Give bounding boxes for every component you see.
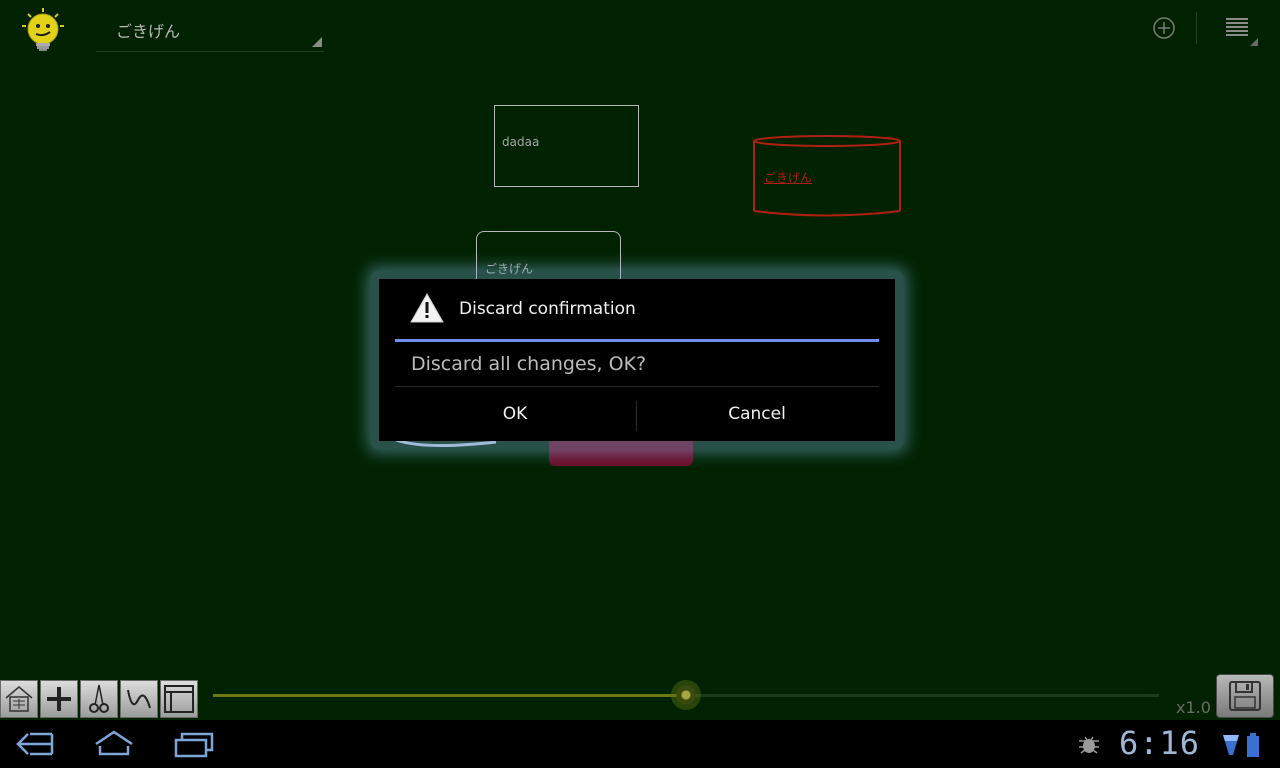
house-icon: [5, 686, 33, 712]
dialog-message: Discard all changes, OK?: [411, 353, 647, 375]
overflow-menu-icon[interactable]: [1216, 12, 1260, 48]
window-frame-icon: [164, 685, 194, 713]
zoom-slider-fill: [213, 694, 686, 697]
battery-icon: [1247, 733, 1259, 757]
wifi-signal-icon: [1223, 735, 1239, 755]
ok-button[interactable]: OK: [395, 387, 635, 441]
status-clock: 6:16: [1119, 724, 1201, 762]
document-name: ごきげん: [116, 22, 181, 41]
home-tool-button[interactable]: [0, 680, 38, 718]
zoom-slider-thumb[interactable]: [671, 680, 701, 710]
usb-debug-icon: [1079, 736, 1099, 754]
recent-apps-icon[interactable]: [172, 726, 216, 762]
edit-toolbar: [0, 680, 200, 720]
action-bar-divider: [1196, 12, 1197, 44]
mindmap-node-cylinder[interactable]: ごきげん: [752, 134, 902, 218]
document-selector[interactable]: ごきげん: [96, 8, 324, 52]
frame-tool-button[interactable]: [160, 680, 198, 718]
floppy-disk-icon: [1229, 681, 1261, 711]
system-navigation-bar: 6:16: [0, 720, 1280, 768]
zoom-level-label: x1.0: [1176, 698, 1211, 717]
cancel-button[interactable]: Cancel: [637, 387, 877, 441]
scissors-icon: [89, 684, 109, 713]
zoom-slider[interactable]: [213, 680, 1159, 710]
cut-tool-button[interactable]: [80, 680, 118, 718]
discard-confirmation-dialog: Discard confirmation Discard all changes…: [379, 279, 895, 441]
add-circle-icon[interactable]: [1148, 12, 1180, 44]
node-label: dadaa: [502, 135, 540, 149]
connect-tool-button[interactable]: [120, 680, 158, 718]
dialog-title-divider: [395, 339, 879, 342]
add-node-tool-button[interactable]: [40, 680, 78, 718]
save-button[interactable]: [1216, 674, 1274, 718]
mindmap-node-rect[interactable]: dadaa: [494, 105, 639, 187]
home-icon[interactable]: [92, 726, 136, 762]
plus-icon: [47, 687, 71, 711]
node-label: ごきげん: [764, 171, 813, 185]
back-icon[interactable]: [12, 726, 56, 762]
curve-line-icon: [127, 689, 151, 709]
dialog-header: Discard confirmation: [379, 279, 895, 339]
warning-triangle-icon: [410, 293, 444, 323]
dialog-title: Discard confirmation: [459, 299, 636, 319]
lightbulb-app-icon[interactable]: [22, 8, 64, 52]
dropdown-triangle-icon: [312, 37, 322, 47]
